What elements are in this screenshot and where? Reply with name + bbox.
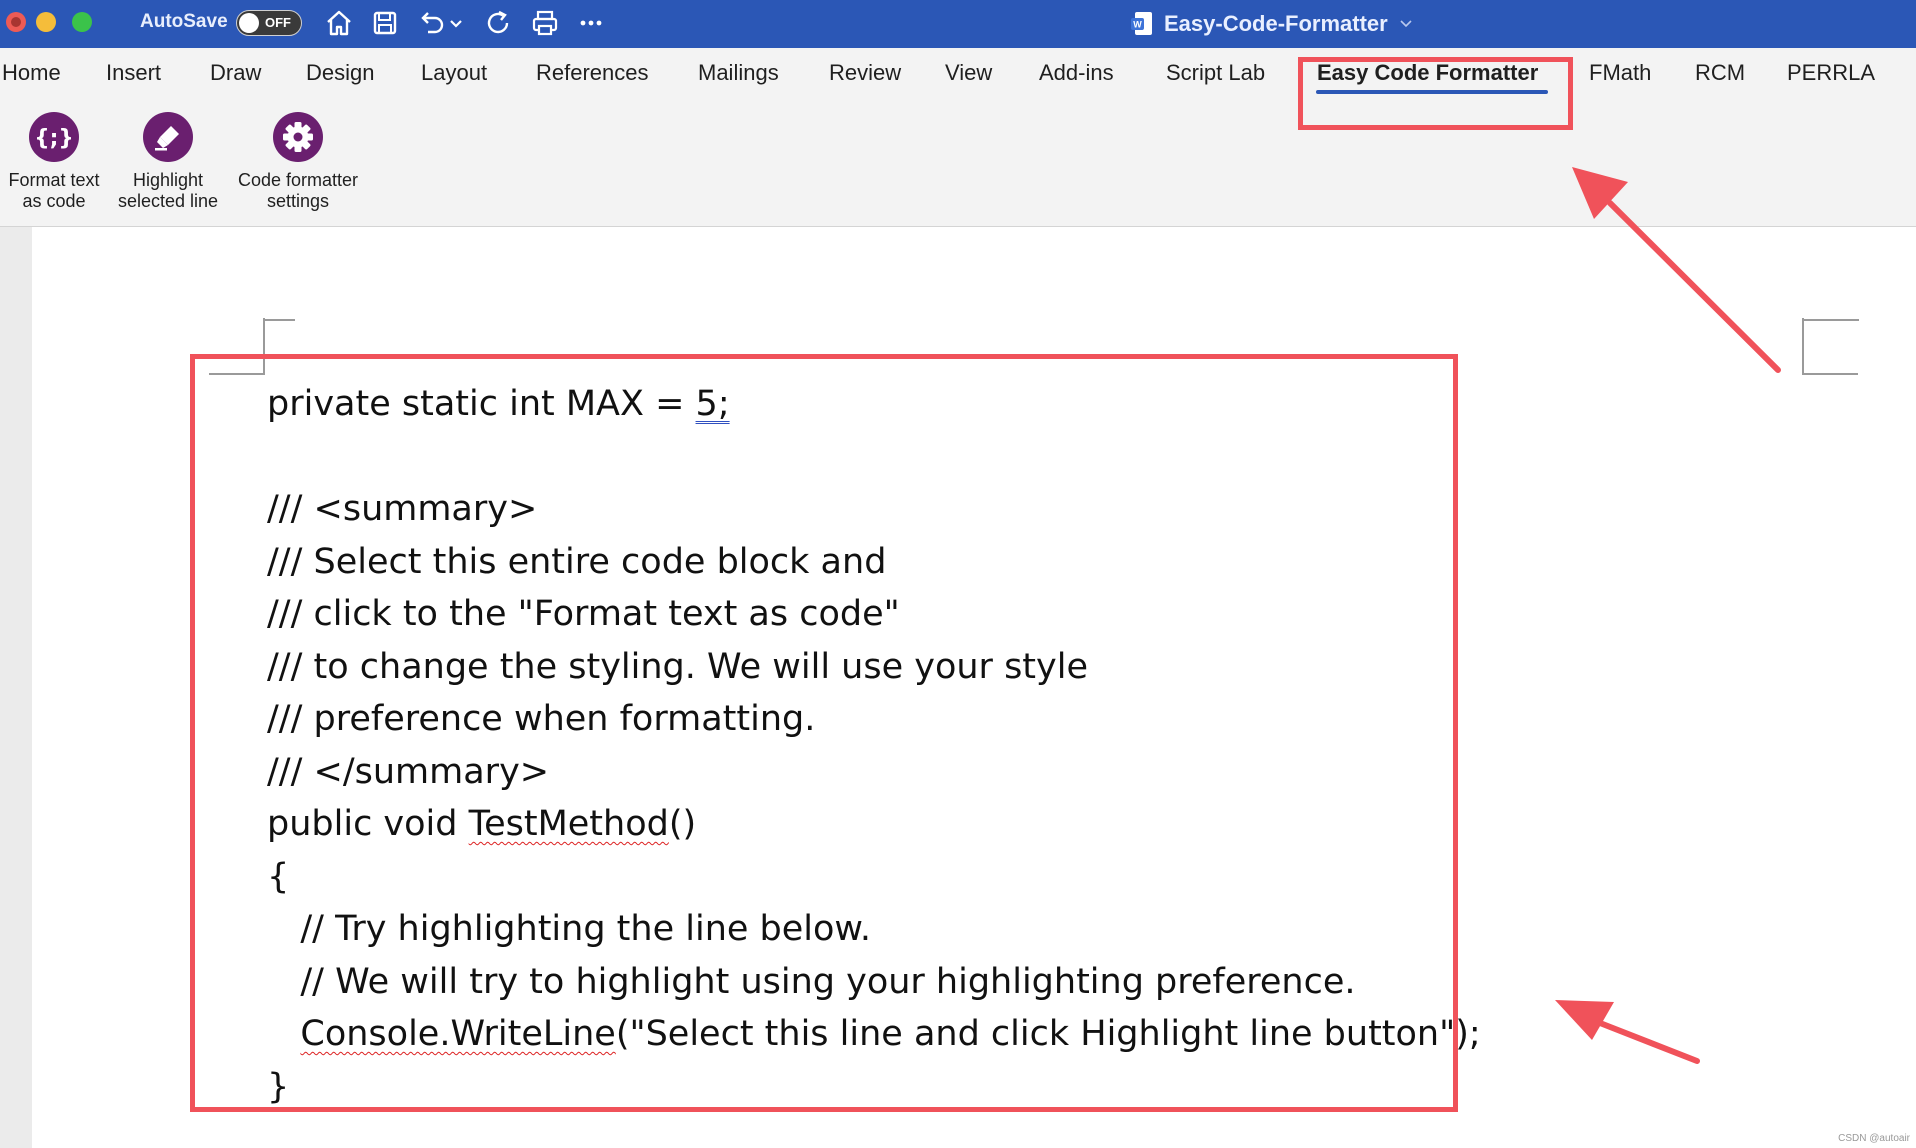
- close-window-button[interactable]: [6, 12, 26, 32]
- tab-review[interactable]: Review: [829, 60, 901, 86]
- autosave-state: OFF: [265, 15, 291, 30]
- tab-rcm[interactable]: RCM: [1695, 60, 1745, 86]
- tab-draw[interactable]: Draw: [210, 60, 261, 86]
- document-title-area[interactable]: W Easy-Code-Formatter: [1130, 7, 1414, 41]
- chevron-down-icon: [1400, 20, 1412, 28]
- tab-perrla[interactable]: PERRLA: [1787, 60, 1875, 86]
- page-margin-corner-right: [1804, 319, 1859, 321]
- autosave-label: AutoSave: [140, 11, 228, 32]
- tab-script-lab[interactable]: Script Lab: [1166, 60, 1265, 86]
- tab-layout[interactable]: Layout: [421, 60, 487, 86]
- undo-icon[interactable]: [414, 6, 448, 40]
- print-icon[interactable]: [528, 6, 562, 40]
- redo-icon[interactable]: [482, 6, 516, 40]
- zoom-window-button[interactable]: [72, 12, 92, 32]
- tab-fmath[interactable]: FMath: [1589, 60, 1651, 86]
- home-icon[interactable]: [322, 6, 356, 40]
- settings-label-line1: Code formatter: [237, 170, 359, 190]
- page-margin-corner: [265, 319, 295, 321]
- highlight-label-line2: selected line: [117, 191, 219, 211]
- tab-mailings[interactable]: Mailings: [698, 60, 779, 86]
- settings-label-line2: settings: [266, 191, 330, 211]
- margin-mark-vertical-right: [1802, 318, 1804, 375]
- document-title: Easy-Code-Formatter: [1164, 11, 1388, 36]
- watermark: CSDN @autoair: [1838, 1133, 1910, 1144]
- ribbon-panel: {;} Format text as code Highlight select…: [0, 98, 1916, 227]
- svg-text:W: W: [1133, 20, 1142, 30]
- format-text-label-line2: as code: [22, 191, 86, 211]
- highlighter-icon: [143, 112, 193, 162]
- autosave-toggle[interactable]: OFF: [236, 10, 302, 36]
- annotation-box-code: [190, 354, 1458, 1112]
- curly-braces-icon: {;}: [29, 112, 79, 162]
- highlight-label-line1: Highlight: [132, 170, 204, 190]
- undo-dropdown-chevron-icon[interactable]: [446, 6, 466, 40]
- word-document-icon: W: [1131, 12, 1152, 35]
- save-icon[interactable]: [368, 6, 402, 40]
- svg-text:{;}: {;}: [37, 126, 71, 151]
- ribbon-tabs: Home Insert Draw Design Layout Reference…: [0, 48, 1916, 98]
- gear-icon: [273, 112, 323, 162]
- title-bar: AutoSave OFF W Easy-Code-Formatter: [0, 0, 1916, 48]
- format-text-label-line1: Format text: [8, 170, 100, 190]
- tab-add-ins[interactable]: Add-ins: [1039, 60, 1114, 86]
- minimize-window-button[interactable]: [36, 12, 56, 32]
- margin-mark-horizontal-right: [1802, 373, 1858, 375]
- tab-references[interactable]: References: [536, 60, 649, 86]
- tab-home[interactable]: Home: [2, 60, 61, 86]
- tab-insert[interactable]: Insert: [106, 60, 161, 86]
- tab-design[interactable]: Design: [306, 60, 374, 86]
- annotation-box-tab: [1298, 57, 1573, 130]
- tab-view[interactable]: View: [945, 60, 992, 86]
- highlight-selected-line-button[interactable]: Highlight selected line: [110, 112, 226, 212]
- code-formatter-settings-button[interactable]: Code formatter settings: [230, 112, 366, 212]
- format-text-as-code-button[interactable]: {;} Format text as code: [2, 112, 106, 212]
- more-options-icon[interactable]: [574, 6, 608, 40]
